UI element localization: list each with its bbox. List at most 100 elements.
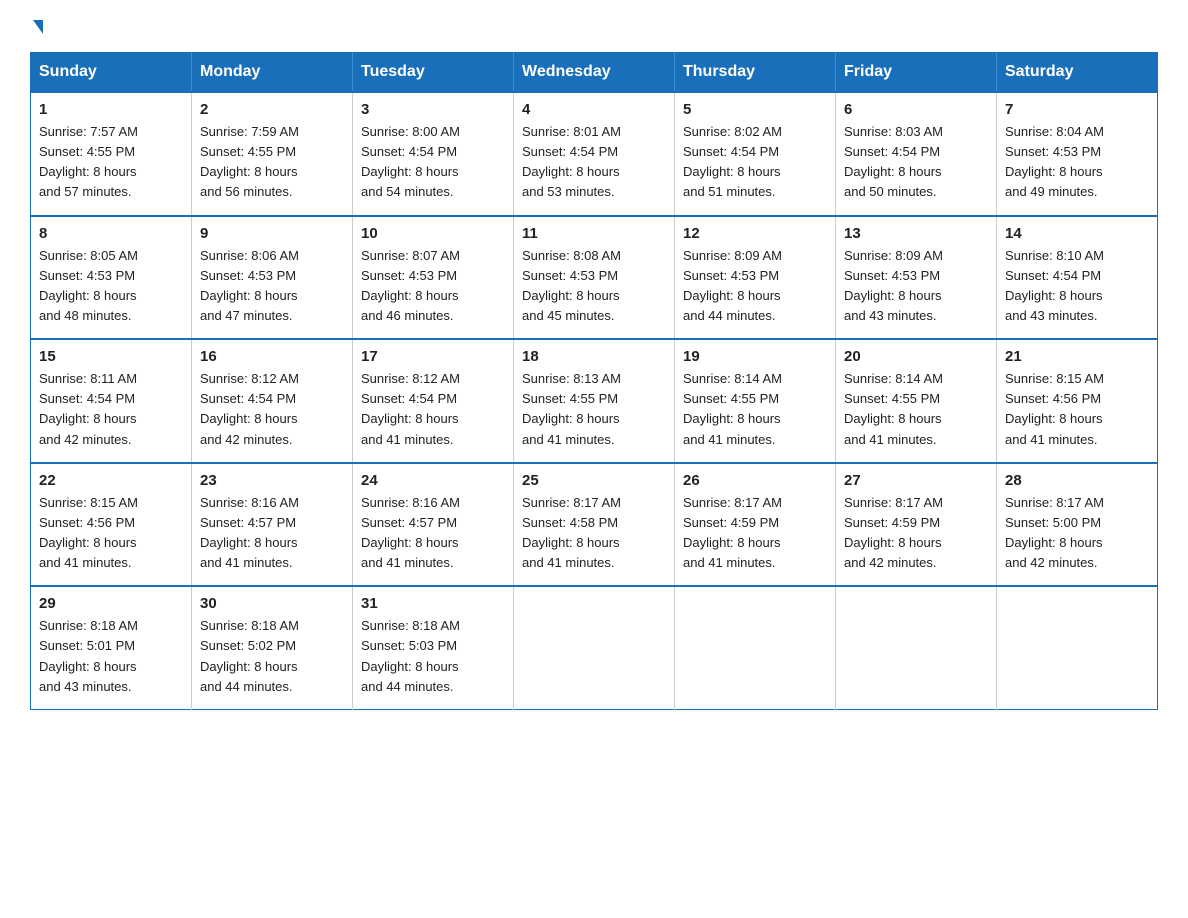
day-number: 3	[361, 101, 505, 118]
day-info: Sunrise: 8:00 AMSunset: 4:54 PMDaylight:…	[361, 122, 505, 203]
col-monday: Monday	[192, 53, 353, 93]
logo	[30, 20, 43, 34]
table-row: 24 Sunrise: 8:16 AMSunset: 4:57 PMDaylig…	[353, 463, 514, 587]
day-info: Sunrise: 8:18 AMSunset: 5:03 PMDaylight:…	[361, 616, 505, 697]
table-row: 3 Sunrise: 8:00 AMSunset: 4:54 PMDayligh…	[353, 92, 514, 216]
calendar-header-row: Sunday Monday Tuesday Wednesday Thursday…	[31, 53, 1158, 93]
table-row: 6 Sunrise: 8:03 AMSunset: 4:54 PMDayligh…	[836, 92, 997, 216]
day-number: 2	[200, 101, 344, 118]
table-row: 5 Sunrise: 8:02 AMSunset: 4:54 PMDayligh…	[675, 92, 836, 216]
table-row: 8 Sunrise: 8:05 AMSunset: 4:53 PMDayligh…	[31, 216, 192, 340]
col-thursday: Thursday	[675, 53, 836, 93]
day-number: 26	[683, 472, 827, 489]
table-row: 10 Sunrise: 8:07 AMSunset: 4:53 PMDaylig…	[353, 216, 514, 340]
day-number: 12	[683, 225, 827, 242]
table-row: 7 Sunrise: 8:04 AMSunset: 4:53 PMDayligh…	[997, 92, 1158, 216]
day-number: 16	[200, 348, 344, 365]
day-number: 31	[361, 595, 505, 612]
day-info: Sunrise: 7:57 AMSunset: 4:55 PMDaylight:…	[39, 122, 183, 203]
day-number: 28	[1005, 472, 1149, 489]
table-row: 17 Sunrise: 8:12 AMSunset: 4:54 PMDaylig…	[353, 339, 514, 463]
logo-triangle-icon	[33, 20, 43, 34]
day-info: Sunrise: 8:06 AMSunset: 4:53 PMDaylight:…	[200, 246, 344, 327]
day-number: 7	[1005, 101, 1149, 118]
table-row	[997, 586, 1158, 709]
day-info: Sunrise: 8:09 AMSunset: 4:53 PMDaylight:…	[844, 246, 988, 327]
day-info: Sunrise: 8:18 AMSunset: 5:01 PMDaylight:…	[39, 616, 183, 697]
day-info: Sunrise: 8:15 AMSunset: 4:56 PMDaylight:…	[1005, 369, 1149, 450]
day-number: 4	[522, 101, 666, 118]
day-number: 18	[522, 348, 666, 365]
day-info: Sunrise: 8:14 AMSunset: 4:55 PMDaylight:…	[683, 369, 827, 450]
day-info: Sunrise: 8:17 AMSunset: 4:58 PMDaylight:…	[522, 493, 666, 574]
col-sunday: Sunday	[31, 53, 192, 93]
day-number: 24	[361, 472, 505, 489]
table-row: 16 Sunrise: 8:12 AMSunset: 4:54 PMDaylig…	[192, 339, 353, 463]
day-number: 29	[39, 595, 183, 612]
day-info: Sunrise: 8:12 AMSunset: 4:54 PMDaylight:…	[361, 369, 505, 450]
calendar-week-row: 29 Sunrise: 8:18 AMSunset: 5:01 PMDaylig…	[31, 586, 1158, 709]
day-number: 30	[200, 595, 344, 612]
day-info: Sunrise: 8:15 AMSunset: 4:56 PMDaylight:…	[39, 493, 183, 574]
logo-top-row	[30, 20, 43, 34]
calendar-week-row: 22 Sunrise: 8:15 AMSunset: 4:56 PMDaylig…	[31, 463, 1158, 587]
table-row: 12 Sunrise: 8:09 AMSunset: 4:53 PMDaylig…	[675, 216, 836, 340]
table-row: 22 Sunrise: 8:15 AMSunset: 4:56 PMDaylig…	[31, 463, 192, 587]
day-number: 22	[39, 472, 183, 489]
day-number: 25	[522, 472, 666, 489]
table-row: 1 Sunrise: 7:57 AMSunset: 4:55 PMDayligh…	[31, 92, 192, 216]
table-row: 19 Sunrise: 8:14 AMSunset: 4:55 PMDaylig…	[675, 339, 836, 463]
day-number: 14	[1005, 225, 1149, 242]
table-row	[836, 586, 997, 709]
day-info: Sunrise: 8:11 AMSunset: 4:54 PMDaylight:…	[39, 369, 183, 450]
day-info: Sunrise: 8:17 AMSunset: 4:59 PMDaylight:…	[844, 493, 988, 574]
day-info: Sunrise: 8:16 AMSunset: 4:57 PMDaylight:…	[361, 493, 505, 574]
day-number: 17	[361, 348, 505, 365]
table-row: 9 Sunrise: 8:06 AMSunset: 4:53 PMDayligh…	[192, 216, 353, 340]
day-number: 21	[1005, 348, 1149, 365]
table-row: 30 Sunrise: 8:18 AMSunset: 5:02 PMDaylig…	[192, 586, 353, 709]
day-number: 20	[844, 348, 988, 365]
table-row	[675, 586, 836, 709]
page-header	[30, 20, 1158, 34]
col-saturday: Saturday	[997, 53, 1158, 93]
calendar-table: Sunday Monday Tuesday Wednesday Thursday…	[30, 52, 1158, 710]
calendar-week-row: 15 Sunrise: 8:11 AMSunset: 4:54 PMDaylig…	[31, 339, 1158, 463]
table-row: 29 Sunrise: 8:18 AMSunset: 5:01 PMDaylig…	[31, 586, 192, 709]
day-number: 15	[39, 348, 183, 365]
day-info: Sunrise: 8:17 AMSunset: 4:59 PMDaylight:…	[683, 493, 827, 574]
table-row	[514, 586, 675, 709]
day-info: Sunrise: 8:07 AMSunset: 4:53 PMDaylight:…	[361, 246, 505, 327]
day-number: 11	[522, 225, 666, 242]
day-number: 10	[361, 225, 505, 242]
table-row: 13 Sunrise: 8:09 AMSunset: 4:53 PMDaylig…	[836, 216, 997, 340]
day-info: Sunrise: 8:10 AMSunset: 4:54 PMDaylight:…	[1005, 246, 1149, 327]
day-info: Sunrise: 8:09 AMSunset: 4:53 PMDaylight:…	[683, 246, 827, 327]
table-row: 26 Sunrise: 8:17 AMSunset: 4:59 PMDaylig…	[675, 463, 836, 587]
day-number: 5	[683, 101, 827, 118]
table-row: 2 Sunrise: 7:59 AMSunset: 4:55 PMDayligh…	[192, 92, 353, 216]
day-number: 8	[39, 225, 183, 242]
day-info: Sunrise: 8:12 AMSunset: 4:54 PMDaylight:…	[200, 369, 344, 450]
day-info: Sunrise: 7:59 AMSunset: 4:55 PMDaylight:…	[200, 122, 344, 203]
table-row: 18 Sunrise: 8:13 AMSunset: 4:55 PMDaylig…	[514, 339, 675, 463]
day-number: 19	[683, 348, 827, 365]
day-number: 6	[844, 101, 988, 118]
table-row: 4 Sunrise: 8:01 AMSunset: 4:54 PMDayligh…	[514, 92, 675, 216]
day-info: Sunrise: 8:17 AMSunset: 5:00 PMDaylight:…	[1005, 493, 1149, 574]
col-tuesday: Tuesday	[353, 53, 514, 93]
day-info: Sunrise: 8:08 AMSunset: 4:53 PMDaylight:…	[522, 246, 666, 327]
day-number: 23	[200, 472, 344, 489]
calendar-week-row: 1 Sunrise: 7:57 AMSunset: 4:55 PMDayligh…	[31, 92, 1158, 216]
table-row: 25 Sunrise: 8:17 AMSunset: 4:58 PMDaylig…	[514, 463, 675, 587]
table-row: 15 Sunrise: 8:11 AMSunset: 4:54 PMDaylig…	[31, 339, 192, 463]
col-friday: Friday	[836, 53, 997, 93]
day-info: Sunrise: 8:13 AMSunset: 4:55 PMDaylight:…	[522, 369, 666, 450]
col-wednesday: Wednesday	[514, 53, 675, 93]
day-info: Sunrise: 8:04 AMSunset: 4:53 PMDaylight:…	[1005, 122, 1149, 203]
day-info: Sunrise: 8:03 AMSunset: 4:54 PMDaylight:…	[844, 122, 988, 203]
day-info: Sunrise: 8:01 AMSunset: 4:54 PMDaylight:…	[522, 122, 666, 203]
day-number: 13	[844, 225, 988, 242]
table-row: 23 Sunrise: 8:16 AMSunset: 4:57 PMDaylig…	[192, 463, 353, 587]
table-row: 11 Sunrise: 8:08 AMSunset: 4:53 PMDaylig…	[514, 216, 675, 340]
